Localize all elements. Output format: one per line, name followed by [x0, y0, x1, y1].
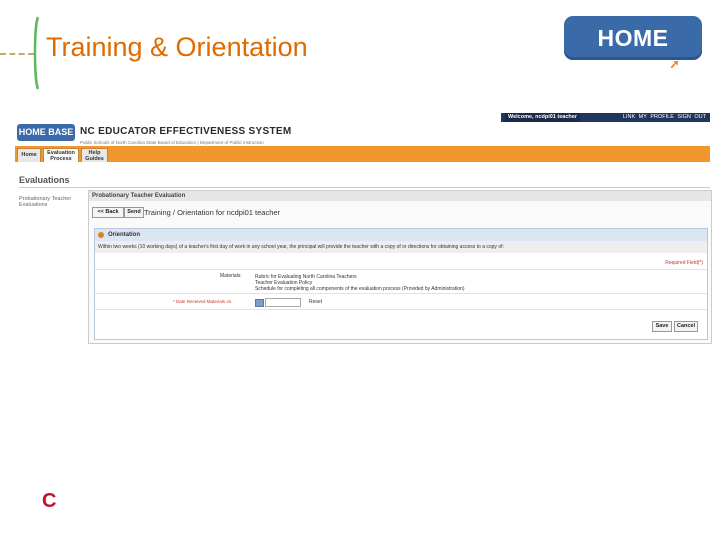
- row-divider: [95, 309, 707, 310]
- app-screenshot: Welcome, ncdpi01 teacher LINK MY PROFILE…: [15, 113, 712, 348]
- tab-home[interactable]: Home: [17, 148, 41, 162]
- instructions-text: Within two weeks (10 working days) of a …: [95, 241, 707, 253]
- required-field-note: Required Field(*): [665, 260, 703, 266]
- reset-link[interactable]: Reset: [309, 299, 322, 305]
- row-divider: [95, 269, 707, 270]
- decorative-dashed-line: [0, 53, 34, 55]
- orientation-header: Orientation: [95, 229, 707, 241]
- date-received-input[interactable]: [265, 298, 301, 307]
- panel-header: Probationary Teacher Evaluation: [89, 191, 711, 201]
- orientation-title: Orientation: [108, 232, 141, 238]
- corner-letter: C: [42, 490, 57, 512]
- materials-list: Rubric for Evaluating North Carolina Tea…: [255, 274, 465, 292]
- tab-help-guides[interactable]: Help Guides: [81, 148, 108, 162]
- send-button[interactable]: Send: [124, 207, 144, 218]
- orientation-section: Orientation Within two weeks (10 working…: [94, 228, 708, 340]
- link-link[interactable]: LINK: [623, 114, 635, 120]
- sign-out-link[interactable]: SIGN OUT: [677, 114, 706, 120]
- evaluation-panel: Probationary Teacher Evaluation << Back …: [88, 190, 712, 344]
- welcome-text: Welcome, ncdpi01 teacher: [505, 113, 580, 122]
- date-received-label: * Date Received Materials on: [173, 299, 232, 304]
- app-logo: HOME BASE: [17, 124, 75, 141]
- app-subtitle: Public Schools of North Carolina State B…: [80, 140, 264, 145]
- home-base-logo-text: HOME BASE: [597, 25, 669, 95]
- slide-title: Training & Orientation: [46, 32, 308, 62]
- save-button[interactable]: Save: [652, 321, 672, 332]
- title-bracket-icon: [33, 16, 39, 90]
- home-base-logo: HOME BASE ➚: [564, 16, 702, 95]
- section-title: Evaluations: [19, 175, 70, 185]
- sidenav-item-probationary[interactable]: Probationary Teacher Evaluations: [19, 196, 81, 208]
- app-title: NC EDUCATOR EFFECTIVENESS SYSTEM: [80, 126, 292, 137]
- tab-evaluation-process[interactable]: Evaluation Process: [43, 148, 79, 162]
- section-bullet-icon: [98, 232, 104, 238]
- app-nav-bar: Home Evaluation Process Help Guides: [15, 146, 710, 162]
- back-button[interactable]: << Back: [92, 207, 124, 218]
- my-profile-link[interactable]: MY PROFILE: [639, 114, 674, 120]
- calendar-icon[interactable]: [255, 299, 264, 307]
- section-divider: [19, 187, 710, 188]
- app-top-bar: Welcome, ncdpi01 teacher LINK MY PROFILE…: [501, 113, 710, 122]
- material-item: Schedule for completing all components o…: [255, 286, 465, 292]
- top-links: LINK MY PROFILE SIGN OUT: [623, 113, 706, 122]
- cancel-button[interactable]: Cancel: [674, 321, 698, 332]
- materials-label: Materials:: [220, 273, 242, 279]
- row-divider: [95, 293, 707, 294]
- breadcrumb: Training / Orientation for ncdpi01 teach…: [144, 208, 281, 217]
- cursor-icon: ➚: [669, 57, 680, 71]
